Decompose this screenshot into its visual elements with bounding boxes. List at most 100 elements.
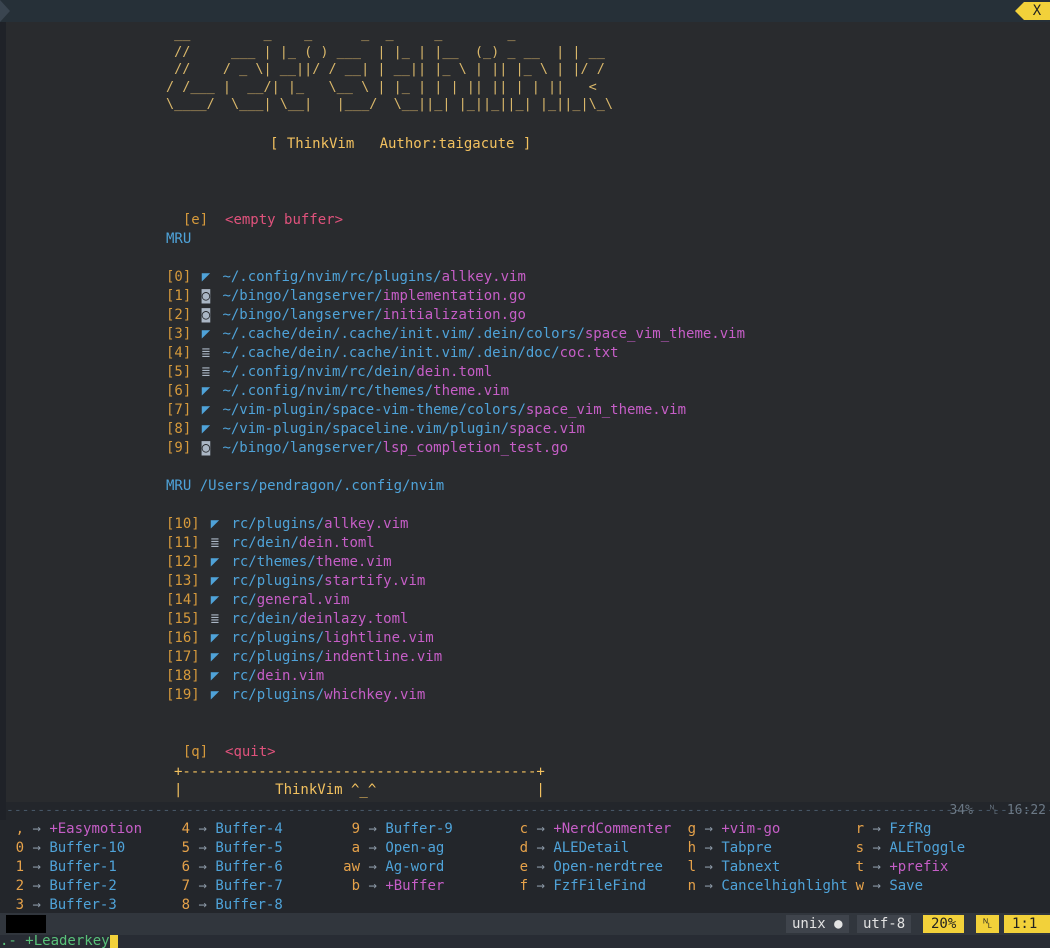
entry-key: [19] — [166, 687, 200, 703]
vim-file-icon: ◤ — [201, 326, 211, 342]
mru-entry[interactable]: [6] ◤ ~/.config/nvim/rc/themes/theme.vim — [166, 382, 509, 401]
whichkey-item[interactable]: n → Cancelhighlight — [678, 877, 848, 896]
close-tab-button[interactable]: X — [1015, 2, 1050, 20]
entry-filename: theme.vim — [433, 383, 510, 399]
vim-file-icon: ◤ — [210, 687, 220, 703]
whichkey-item[interactable]: b → +Buffer — [342, 877, 453, 896]
entry-filename: space_vim_theme.vim — [525, 402, 687, 418]
fileformat-segment: unix ● — [786, 915, 849, 933]
whichkey-item[interactable]: f → FzfFileFind — [510, 877, 671, 896]
whichkey-key: 4 — [181, 821, 190, 837]
entry-directory: ~/.config/nvim/rc/plugins/ — [222, 269, 442, 285]
whichkey-description: Buffer-1 — [49, 859, 117, 875]
entry-key: [18] — [166, 668, 200, 684]
whichkey-item[interactable]: 1 → Buffer-1 — [6, 858, 142, 877]
whichkey-item[interactable]: 4 → Buffer-4 — [172, 820, 283, 839]
entry-label: <empty buffer> — [225, 212, 344, 228]
mru-entry[interactable]: [0] ◤ ~/.config/nvim/rc/plugins/allkey.vi… — [166, 268, 526, 287]
whichkey-key: n — [687, 878, 696, 894]
whichkey-key: t — [855, 859, 864, 875]
whichkey-column: , → +Easymotion 0 → Buffer-10 1 → Buffer-1… — [6, 820, 142, 915]
entry-filename: coc.txt — [559, 345, 619, 361]
whichkey-description: +Buffer — [385, 878, 445, 894]
mru-entry[interactable]: [3] ◤ ~/.cache/dein/.cache/init.vim/.dein… — [166, 325, 745, 344]
entry-filename: general.vim — [256, 592, 350, 608]
empty-buffer-entry[interactable]: [e] <empty buffer> — [166, 192, 343, 228]
whichkey-item[interactable]: g → +vim-go — [678, 820, 848, 839]
cursor — [109, 935, 118, 948]
mru-entry[interactable]: [18] ◤ rc/dein.vim — [166, 667, 324, 686]
mru-entry[interactable]: [9] ◙ ~/bingo/langserver/lsp_completion_t… — [166, 439, 568, 458]
mru-entry[interactable]: [5] ≣ ~/.config/nvim/rc/dein/dein.toml — [166, 363, 492, 382]
whichkey-description: +prefix — [889, 859, 949, 875]
whichkey-item[interactable]: aw → Ag-word — [342, 858, 453, 877]
whichkey-item[interactable]: h → Tabpre — [678, 839, 848, 858]
whichkey-description: Buffer-7 — [215, 878, 283, 894]
mru-entry[interactable]: [2] ◙ ~/bingo/langserver/initialization.g… — [166, 306, 526, 325]
whichkey-item[interactable]: l → Tabnext — [678, 858, 848, 877]
whichkey-item[interactable]: r → FzfRg — [846, 820, 965, 839]
whichkey-key: s — [855, 840, 864, 856]
entry-directory: rc/plugins/ — [231, 573, 325, 589]
vim-file-icon: ◤ — [210, 649, 220, 665]
whichkey-item[interactable]: 9 → Buffer-9 — [342, 820, 453, 839]
entry-key: [e] — [182, 212, 209, 228]
vim-file-icon: ◤ — [210, 573, 220, 589]
mru-entry[interactable]: [1] ◙ ~/bingo/langserver/implementation.g… — [166, 287, 526, 306]
whichkey-item[interactable]: d → ALEDetail — [510, 839, 671, 858]
arrow-right-icon: → — [872, 859, 881, 875]
whichkey-item[interactable]: e → Open-nerdtree — [510, 858, 671, 877]
whichkey-item[interactable]: 5 → Buffer-5 — [172, 839, 283, 858]
mru-entry[interactable]: [13] ◤ rc/plugins/startify.vim — [166, 572, 425, 591]
mru-entry[interactable]: [10] ◤ rc/plugins/allkey.vim — [166, 515, 408, 534]
mru-entry[interactable]: [12] ◤ rc/themes/theme.vim — [166, 553, 392, 572]
whichkey-key: a — [351, 840, 360, 856]
entry-key: [13] — [166, 573, 200, 589]
mru-entry[interactable]: [7] ◤ ~/vim-plugin/space-vim-theme/colors… — [166, 401, 686, 420]
text-file-icon: ≣ — [210, 535, 220, 551]
whichkey-key: aw — [343, 859, 360, 875]
whichkey-item[interactable]: 2 → Buffer-2 — [6, 877, 142, 896]
footer-box-text: | ThinkVim ^_^ | — [174, 782, 545, 798]
mru-entry[interactable]: [8] ◤ ~/vim-plugin/spaceline.vim/plugin/s… — [166, 420, 585, 439]
separator-percent: 34% — [949, 803, 973, 818]
mru-entry[interactable]: [16] ◤ rc/plugins/lightline.vim — [166, 629, 434, 648]
whichkey-column: r → FzfRg s → ALEToggle t → +prefix w → Sav… — [846, 820, 966, 896]
quit-entry[interactable]: [q] <quit> — [166, 724, 276, 760]
whichkey-key: 6 — [181, 859, 190, 875]
whichkey-item[interactable]: 6 → Buffer-6 — [172, 858, 283, 877]
entry-directory: rc/dein/ — [231, 535, 299, 551]
whichkey-column: g → +vim-go h → Tabpre l → Tabnext n → Canc… — [678, 820, 848, 896]
whichkey-item[interactable]: t → +prefix — [846, 858, 965, 877]
whichkey-item[interactable]: c → +NerdCommenter — [510, 820, 672, 839]
arrow-right-icon: → — [704, 878, 713, 894]
mru-entry[interactable]: [14] ◤ rc/general.vim — [166, 591, 349, 610]
whichkey-item[interactable]: w → Save — [846, 877, 965, 896]
entry-key: [10] — [166, 516, 200, 532]
mru-entry[interactable]: [11] ≣ rc/dein/dein.toml — [166, 534, 375, 553]
statusline: unix ● utf-8 20% ␤ 1:1 — [0, 913, 1050, 935]
entry-directory: ~/.cache/dein/.cache/init.vim/.dein/colo… — [222, 326, 585, 342]
mru-entry[interactable]: [4] ≣ ~/.cache/dein/.cache/init.vim/.dein… — [166, 344, 619, 363]
entry-directory: rc/plugins/ — [231, 630, 325, 646]
mru-entry[interactable]: [15] ≣ rc/dein/deinlazy.toml — [166, 610, 408, 629]
entry-key: [14] — [166, 592, 200, 608]
arrow-right-icon: → — [32, 821, 41, 837]
vim-file-icon: ◤ — [210, 592, 220, 608]
whichkey-item[interactable]: 0 → Buffer-10 — [6, 839, 142, 858]
whichkey-item[interactable]: a → Open-ag — [342, 839, 453, 858]
whichkey-key: c — [519, 821, 528, 837]
whichkey-item[interactable]: 7 → Buffer-7 — [172, 877, 283, 896]
entry-filename: initialization.go — [382, 307, 526, 323]
whichkey-key: d — [519, 840, 528, 856]
separator-info: 34% ␤ 16:22 — [949, 802, 1046, 820]
whichkey-key: 7 — [181, 878, 190, 894]
entry-key: [9] — [166, 440, 192, 456]
command-line[interactable]: .- +Leaderkey — [0, 935, 1050, 948]
whichkey-item[interactable]: , → +Easymotion — [6, 820, 142, 839]
mru-entry[interactable]: [19] ◤ rc/plugins/whichkey.vim — [166, 686, 425, 705]
whichkey-description: ALEToggle — [889, 840, 966, 856]
whichkey-item[interactable]: s → ALEToggle — [846, 839, 966, 858]
entry-filename: lsp_completion_test.go — [382, 440, 569, 456]
mru-entry[interactable]: [17] ◤ rc/plugins/indentline.vim — [166, 648, 442, 667]
